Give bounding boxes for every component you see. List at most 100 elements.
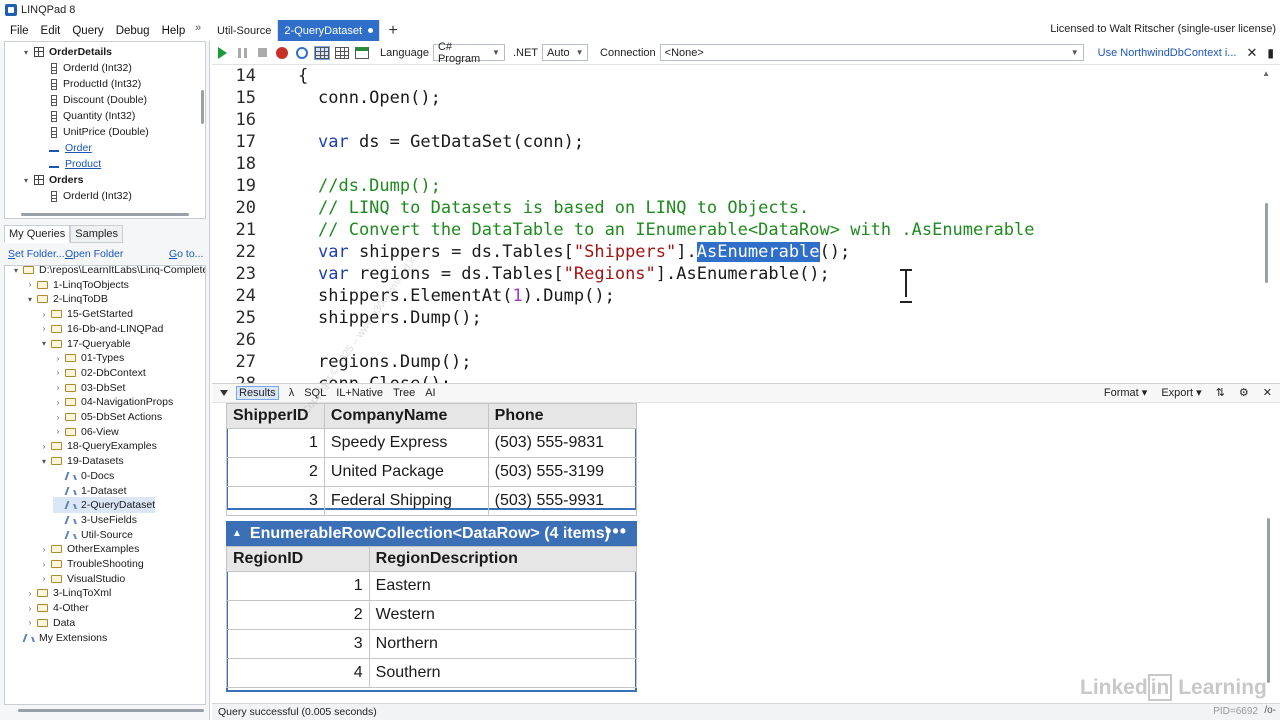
query-tree-item[interactable]: › 06-View bbox=[53, 424, 119, 440]
query-tree-item[interactable]: › 03-DbSet bbox=[53, 380, 126, 396]
schema-item[interactable]: Order bbox=[49, 140, 92, 156]
chevron-right-icon[interactable]: › bbox=[53, 398, 63, 407]
code-line[interactable]: shippers.Dump(); bbox=[318, 308, 482, 328]
query-tree-item[interactable]: › 15-GetStarted bbox=[39, 306, 133, 322]
format-menu[interactable]: Format ▾ bbox=[1104, 386, 1147, 399]
schema-item[interactable]: ▾ Orders bbox=[21, 172, 83, 188]
chevron-right-icon[interactable]: › bbox=[53, 383, 63, 392]
code-line[interactable]: var shippers = ds.Tables["Shippers"].AsE… bbox=[318, 242, 850, 262]
use-context-link[interactable]: Use NorthwindDbContext i... bbox=[1098, 47, 1237, 59]
chevron-right-icon[interactable]: › bbox=[53, 427, 63, 436]
query-tree-item[interactable]: › 3-LinqToXml bbox=[25, 585, 112, 601]
query-tree-item[interactable]: 0-Docs bbox=[53, 468, 114, 484]
schema-scrollbar[interactable] bbox=[201, 90, 204, 124]
query-tree-item[interactable]: ▾ 17-Queryable bbox=[39, 336, 131, 352]
ai-tab[interactable]: AI bbox=[425, 387, 435, 399]
query-tree-item[interactable]: 2-QueryDataset bbox=[53, 497, 156, 514]
query-tree-h-scrollbar[interactable] bbox=[18, 709, 204, 712]
results-scrollbar[interactable] bbox=[1267, 518, 1270, 683]
go-to-link[interactable]: Go to... bbox=[169, 248, 203, 260]
query-tree-item[interactable]: › 18-QueryExamples bbox=[39, 438, 157, 454]
query-tree-item[interactable]: › 1-LinqToObjects bbox=[25, 277, 129, 293]
code-line[interactable]: { bbox=[298, 66, 308, 86]
settings-gear-icon[interactable]: ⚙ bbox=[1239, 386, 1249, 399]
query-tree-item[interactable]: ▾ 2-LinqToDB bbox=[25, 291, 108, 307]
close-icon[interactable]: ✕ bbox=[1246, 45, 1257, 61]
schema-item[interactable]: Product bbox=[49, 156, 101, 172]
query-tree-item[interactable]: › OtherExamples bbox=[39, 541, 140, 557]
query-tree-item[interactable]: 3-UseFields bbox=[53, 512, 137, 528]
results-tab[interactable]: Results bbox=[236, 386, 279, 400]
chevron-down-icon[interactable]: ▾ bbox=[21, 48, 31, 57]
schema-item[interactable]: OrderId (Int32) bbox=[49, 188, 132, 204]
query-tree-item[interactable]: › 01-Types bbox=[53, 350, 125, 366]
menu-query[interactable]: Query bbox=[66, 25, 109, 37]
collapse-results-icon[interactable] bbox=[220, 390, 228, 396]
column-header[interactable]: Phone bbox=[487, 403, 638, 429]
net-select[interactable]: Auto ▼ bbox=[542, 44, 589, 61]
chevron-right-icon[interactable]: › bbox=[39, 545, 49, 554]
schema-item[interactable]: Quantity (Int32) bbox=[49, 108, 135, 124]
column-header[interactable]: RegionID bbox=[226, 546, 370, 572]
chevron-down-icon[interactable]: ▾ bbox=[25, 295, 35, 304]
run-button[interactable] bbox=[212, 43, 232, 63]
collapse-up-icon[interactable]: ▲ bbox=[232, 528, 242, 539]
tab-util-source[interactable]: Util-Source bbox=[211, 20, 279, 41]
query-tree-item[interactable]: › 16-Db-and-LINQPad bbox=[39, 321, 164, 337]
pin-icon[interactable]: ▮ bbox=[1267, 46, 1274, 60]
chevron-down-icon[interactable]: ▾ bbox=[39, 457, 49, 466]
code-line[interactable]: // Convert the DataTable to an IEnumerab… bbox=[318, 220, 1034, 240]
connection-select[interactable]: <None> ▼ bbox=[659, 44, 1084, 61]
il-native-tab[interactable]: IL+Native bbox=[336, 387, 383, 399]
chevron-right-icon[interactable]: › bbox=[25, 280, 35, 289]
schema-h-scrollbar[interactable] bbox=[21, 213, 189, 216]
rich-text-results-button[interactable] bbox=[312, 43, 332, 63]
query-panel-tab[interactable]: My Queries bbox=[4, 225, 71, 243]
query-tree-item[interactable]: Util-Source bbox=[53, 527, 133, 543]
menu-help[interactable]: Help bbox=[156, 25, 192, 37]
query-tree-item[interactable]: › 02-DbContext bbox=[53, 365, 146, 381]
chevron-right-icon[interactable]: › bbox=[53, 354, 63, 363]
grid-results-button[interactable] bbox=[332, 43, 352, 63]
chevron-down-icon[interactable]: ▾ bbox=[11, 266, 21, 275]
schema-item[interactable]: Discount (Double) bbox=[49, 92, 147, 108]
tree-tab[interactable]: Tree bbox=[393, 387, 415, 399]
editor-scrollbar[interactable] bbox=[1265, 203, 1268, 283]
schema-item[interactable]: ProductId (Int32) bbox=[49, 76, 141, 92]
chevron-right-icon[interactable]: › bbox=[25, 618, 35, 627]
code-line[interactable]: shippers.ElementAt(1).Dump(); bbox=[318, 286, 615, 306]
more-options-icon[interactable]: ••• bbox=[605, 521, 627, 542]
query-tree-item[interactable]: 1-Dataset bbox=[53, 483, 127, 499]
menu-edit[interactable]: Edit bbox=[35, 25, 67, 37]
schema-item[interactable]: UnitPrice (Double) bbox=[49, 124, 149, 140]
set-folder-link[interactable]: Set Folder... bbox=[8, 248, 65, 260]
query-tree-item[interactable]: › Data bbox=[25, 615, 76, 631]
add-tab-icon[interactable]: + bbox=[380, 20, 406, 41]
column-header[interactable]: RegionDescription bbox=[368, 546, 638, 572]
code-line[interactable]: //ds.Dump(); bbox=[318, 176, 441, 196]
regions-table-header[interactable]: ▲ EnumerableRowCollection<DataRow> (4 it… bbox=[226, 521, 637, 546]
query-tree-item[interactable]: › VisualStudio bbox=[39, 571, 126, 587]
menu-file[interactable]: File bbox=[4, 25, 35, 37]
chevron-right-icon[interactable]: › bbox=[53, 368, 63, 377]
chevron-right-icon[interactable]: › bbox=[39, 560, 49, 569]
stop-button[interactable] bbox=[252, 43, 272, 63]
sort-icon[interactable]: ⇅ bbox=[1216, 386, 1225, 399]
pause-button[interactable] bbox=[232, 43, 252, 63]
chevron-down-icon[interactable]: ▾ bbox=[21, 176, 31, 185]
schema-item[interactable]: OrderId (Int32) bbox=[49, 60, 132, 76]
close-results-icon[interactable]: ✕ bbox=[1263, 386, 1272, 399]
chevron-right-icon[interactable]: › bbox=[25, 589, 35, 598]
chevron-right-icon[interactable]: › bbox=[25, 604, 35, 613]
menu-overflow-icon[interactable]: » bbox=[195, 22, 201, 34]
results-pane-button[interactable] bbox=[352, 43, 372, 63]
column-header[interactable]: CompanyName bbox=[323, 403, 489, 429]
code-editor[interactable]: 1415161718192021222324252627 28 {conn.Ope… bbox=[212, 65, 1280, 383]
chevron-right-icon[interactable]: › bbox=[39, 310, 49, 319]
tab-2-querydataset[interactable]: 2-QueryDataset bbox=[278, 20, 381, 41]
scroll-up-icon[interactable]: ▲ bbox=[1262, 69, 1270, 78]
query-tree-item[interactable]: › TroubleShooting bbox=[39, 556, 144, 572]
query-tree-item[interactable]: ▾ 19-Datasets bbox=[39, 453, 124, 469]
chevron-right-icon[interactable]: › bbox=[53, 413, 63, 422]
query-panel-tab[interactable]: Samples bbox=[70, 225, 124, 243]
